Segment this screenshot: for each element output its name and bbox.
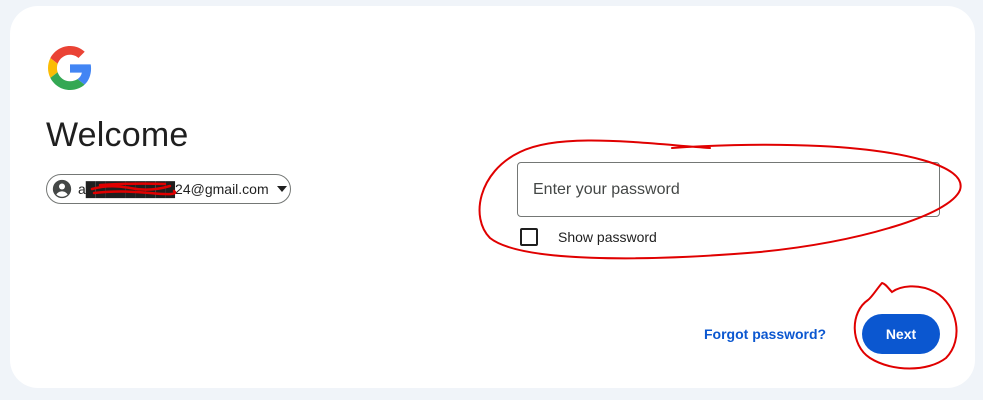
forgot-password-link[interactable]: Forgot password?: [704, 326, 826, 342]
account-chip[interactable]: a█████████24@gmail.com: [46, 174, 291, 204]
next-button[interactable]: Next: [862, 314, 940, 354]
google-logo-icon: [48, 46, 92, 90]
page-title: Welcome: [46, 116, 189, 154]
caret-down-icon: [276, 186, 287, 192]
show-password-checkbox[interactable]: [520, 228, 538, 246]
account-email: a█████████24@gmail.com: [78, 181, 269, 197]
show-password-label: Show password: [558, 229, 657, 245]
show-password-toggle[interactable]: Show password: [520, 228, 657, 246]
password-field: [517, 162, 940, 217]
account-circle-icon: [52, 179, 72, 199]
signin-card: Welcome a█████████24@gmail.com Show pass…: [10, 6, 975, 388]
password-input[interactable]: [518, 180, 939, 199]
